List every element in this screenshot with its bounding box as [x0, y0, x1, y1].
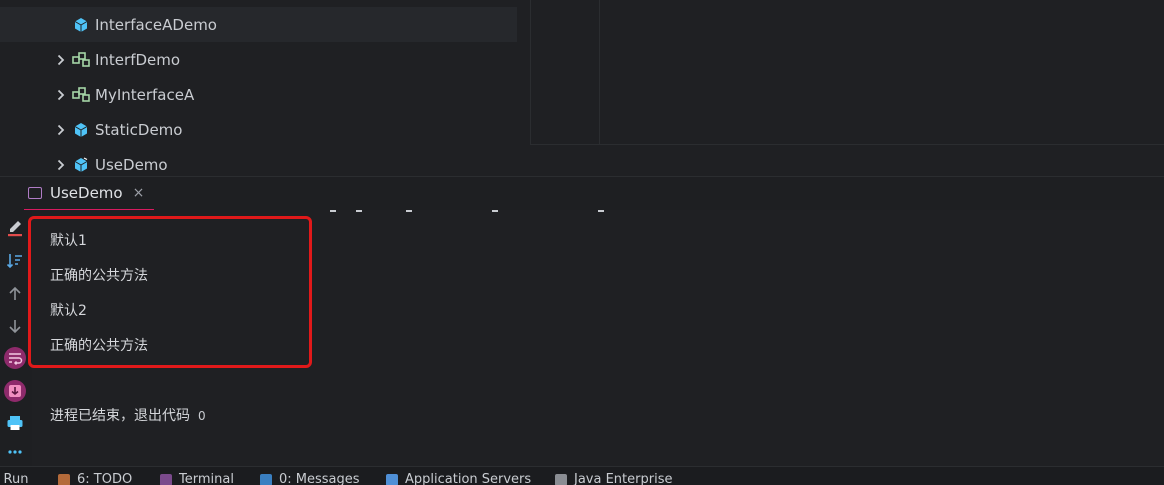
tree-item-label: MyInterfaceA — [95, 86, 194, 104]
soft-wrap-icon[interactable] — [3, 346, 27, 370]
class-icon — [72, 121, 90, 139]
tool-window-messages[interactable]: 0: Messages — [260, 472, 360, 485]
tool-window-todo[interactable]: 6: TODO — [58, 472, 132, 485]
arrow-up-icon[interactable] — [3, 282, 27, 306]
exit-text: 进程已结束，退出代码 — [50, 408, 190, 424]
annotation-highlight-box — [28, 216, 312, 368]
clipped-previous-line — [330, 210, 610, 214]
servers-icon — [386, 474, 398, 485]
tool-window-label: Application Servers — [405, 472, 531, 485]
more-icon[interactable] — [3, 440, 27, 464]
messages-icon — [260, 474, 272, 485]
tree-item-staticdemo[interactable]: StaticDemo — [0, 112, 530, 147]
tree-item-interfaceademo[interactable]: InterfaceADemo — [0, 7, 517, 42]
chevron-right-icon[interactable] — [54, 54, 68, 66]
class-icon — [72, 156, 90, 174]
run-config-icon — [28, 187, 42, 199]
clear-all-icon[interactable] — [3, 216, 27, 240]
terminal-icon — [160, 474, 172, 485]
tree-item-interfdemo[interactable]: InterfDemo — [0, 42, 530, 77]
tool-window-java-enterprise[interactable]: Java Enterprise — [555, 472, 672, 485]
tree-item-label: InterfDemo — [95, 51, 180, 69]
tree-item-label: StaticDemo — [95, 121, 182, 139]
chevron-right-icon[interactable] — [54, 89, 68, 101]
editor-pane-lower — [530, 144, 1164, 177]
chevron-right-icon[interactable] — [54, 124, 68, 136]
tree-item-label: UseDemo — [95, 156, 168, 174]
arrow-down-icon[interactable] — [3, 314, 27, 338]
tree-item-label: InterfaceADemo — [95, 16, 217, 34]
tool-window-label: : Run — [0, 472, 28, 485]
sort-icon[interactable] — [3, 249, 27, 273]
tool-window-bar: : Run 6: TODO Terminal 0: Messages Appli… — [0, 466, 1164, 485]
interface-icon — [72, 51, 90, 69]
interface-icon — [72, 86, 90, 104]
class-icon — [72, 16, 90, 34]
close-icon[interactable]: × — [133, 185, 145, 201]
tool-window-run[interactable]: : Run — [0, 472, 28, 485]
tool-window-application-servers[interactable]: Application Servers — [386, 472, 531, 485]
chevron-right-icon[interactable] — [54, 159, 68, 171]
tool-window-label: Terminal — [179, 472, 234, 485]
tool-window-label: Java Enterprise — [574, 472, 672, 485]
todo-icon — [58, 474, 70, 485]
tool-window-terminal[interactable]: Terminal — [160, 472, 234, 485]
scroll-to-end-icon[interactable] — [3, 379, 27, 403]
run-tab-bar: UseDemo × — [0, 176, 1164, 211]
editor-gutter-divider — [599, 0, 600, 144]
tab-usedemo[interactable]: UseDemo × — [24, 177, 154, 211]
project-tree: InterfaceADemo InterfDemo MyInterfaceA S… — [0, 0, 530, 176]
tree-item-myinterfacea[interactable]: MyInterfaceA — [0, 77, 530, 112]
print-icon[interactable] — [3, 411, 27, 435]
exit-code: 0 — [198, 409, 206, 423]
console-exit-line: 进程已结束，退出代码 0 — [50, 405, 206, 425]
tool-window-label: 6: TODO — [77, 472, 132, 485]
tool-window-label: 0: Messages — [279, 472, 360, 485]
editor-pane — [530, 0, 1164, 144]
java-enterprise-icon — [555, 474, 567, 485]
tab-title: UseDemo — [50, 184, 123, 202]
